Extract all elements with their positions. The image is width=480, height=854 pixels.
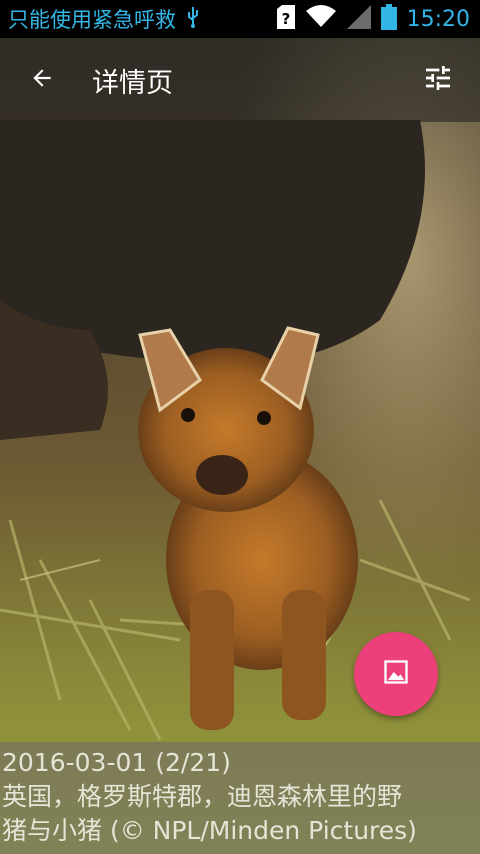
carrier-text: 只能使用紧急呼救 <box>8 8 176 32</box>
caption-line-3: 猪与小猪 (© NPL/Minden Pictures) <box>2 816 417 845</box>
tune-icon <box>422 62 454 98</box>
usb-icon <box>186 6 200 33</box>
clock: 15:20 <box>406 6 470 32</box>
back-button[interactable] <box>0 38 84 122</box>
signal-icon <box>346 5 371 33</box>
image-caption: 2016-03-01 (2/21) 英国，格罗斯特郡，迪恩森林里的野 猪与小猪 … <box>0 742 480 854</box>
status-bar: 只能使用紧急呼救 ? 15:20 <box>0 0 480 38</box>
svg-text:?: ? <box>281 10 290 28</box>
caption-date: 2016-03-01 (2/21) <box>2 748 231 777</box>
battery-icon <box>380 4 397 34</box>
app-bar: 详情页 <box>0 38 480 122</box>
page-title: 详情页 <box>92 67 173 99</box>
settings-button[interactable] <box>396 38 480 122</box>
set-wallpaper-fab[interactable] <box>354 632 438 716</box>
arrow-back-icon <box>29 65 55 95</box>
sim-unknown-icon: ? <box>276 5 295 33</box>
caption-line-2: 英国，格罗斯特郡，迪恩森林里的野 <box>2 782 403 811</box>
wifi-icon <box>305 5 337 33</box>
background-photo <box>0 0 480 854</box>
image-icon <box>382 658 410 690</box>
